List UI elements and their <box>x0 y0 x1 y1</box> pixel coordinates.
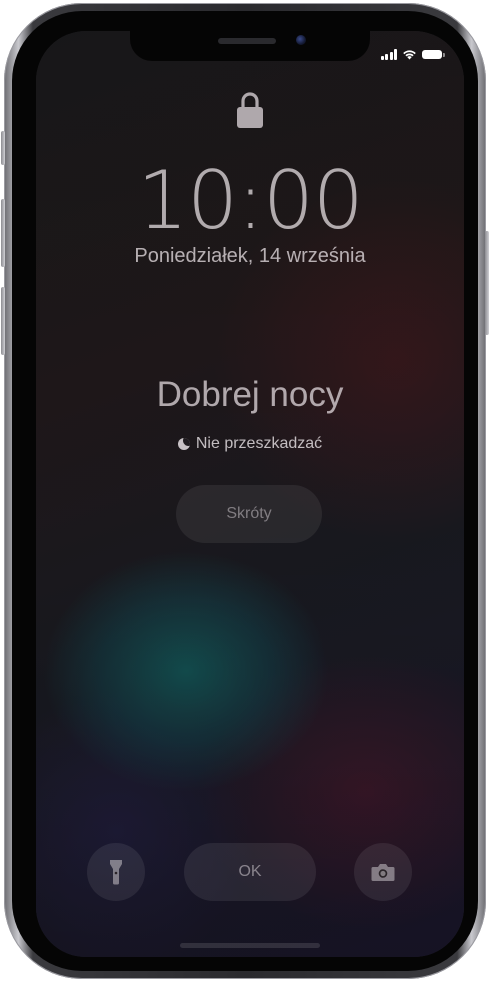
clock-date: Poniedziałek, 14 września <box>134 245 366 267</box>
flashlight-icon <box>110 860 122 885</box>
lock-screen: 10:00 Poniedziałek, 14 września Dobrej n… <box>36 31 464 957</box>
dnd-label: Nie przeszkadzać <box>195 435 323 452</box>
camera-button[interactable] <box>354 843 412 901</box>
cellular-signal-icon <box>380 48 397 60</box>
volume-down-button <box>1 287 5 355</box>
mute-switch <box>1 131 5 165</box>
battery-icon <box>422 49 445 59</box>
lock-screen-content: 10:00 Poniedziałek, 14 września Dobrej n… <box>36 31 464 957</box>
shortcuts-button[interactable]: Skróty <box>176 485 322 543</box>
home-indicator[interactable] <box>180 943 320 948</box>
status-bar <box>380 47 445 61</box>
earpiece-speaker <box>218 38 276 44</box>
notch <box>130 31 370 61</box>
do-not-disturb-indicator: Nie przeszkadzać <box>36 435 464 453</box>
volume-up-button <box>1 199 5 267</box>
flashlight-button[interactable] <box>87 843 145 901</box>
moon-icon <box>177 438 190 450</box>
sleep-greeting: Dobrej nocy <box>156 375 344 414</box>
ok-button[interactable]: OK <box>184 843 316 901</box>
lock-icon <box>237 92 263 128</box>
wifi-icon <box>403 49 416 59</box>
clock-time: 10:00 <box>137 154 364 247</box>
front-camera <box>296 35 306 45</box>
side-button <box>485 231 489 335</box>
iphone-device-frame: 10:00 Poniedziałek, 14 września Dobrej n… <box>1 3 489 979</box>
camera-icon <box>371 863 395 881</box>
